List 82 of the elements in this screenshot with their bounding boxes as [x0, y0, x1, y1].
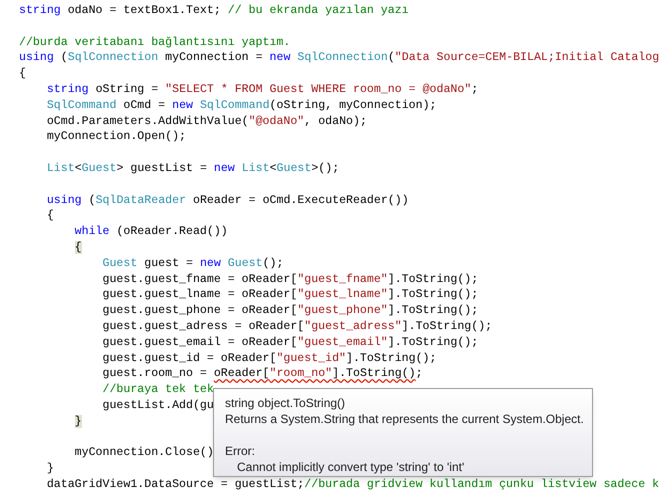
- code-text: "guest_phone": [297, 304, 388, 318]
- code-text: ;: [471, 82, 478, 96]
- code-text: guest.guest_lname = oReader[: [102, 288, 298, 302]
- code-text: "Data Source=CEM-BILAL;Initial Catalog: [394, 51, 660, 64]
- code-text: Guest: [276, 162, 312, 175]
- code-text: oString =: [96, 82, 158, 96]
- code-comment: //burda veritabanı bağlantısını yaptım.: [19, 36, 290, 49]
- code-text: ].ToString();: [388, 272, 478, 286]
- code-text: oReader[: [214, 367, 270, 380]
- code-text: ].ToString();: [388, 304, 478, 318]
- code-text: ();: [262, 256, 284, 270]
- code-text: SqlCommand: [200, 98, 270, 112]
- code-text: guest.guest_email = oReader[: [102, 336, 298, 349]
- code-text: ].ToString(): [332, 367, 416, 380]
- code-text: ].ToString();: [346, 352, 436, 365]
- code-text: >();: [311, 162, 340, 175]
- code-text: (: [88, 194, 96, 207]
- code-text: List: [46, 162, 75, 175]
- code-text: {: [19, 67, 26, 80]
- code-text: <: [74, 162, 82, 175]
- code-text: oReader = oCmd.ExecuteReader()): [193, 194, 409, 207]
- code-text: odaNo = textBox1.Text;: [68, 4, 221, 17]
- code-text: (: [60, 51, 68, 64]
- code-text: ].ToString();: [388, 288, 478, 302]
- code-text: using: [19, 51, 54, 64]
- code-text: guest.guest_phone = oReader[: [102, 304, 298, 318]
- code-text: oCmd =: [123, 98, 166, 112]
- code-text: Guest: [102, 256, 138, 270]
- tooltip-description: Returns a System.String that represents the current System.Object.: [225, 411, 584, 427]
- code-text: "guest_adress": [304, 320, 402, 333]
- code-text: SqlCommand: [46, 98, 116, 112]
- code-text: (: [388, 51, 395, 64]
- code-text: > guestList =: [116, 162, 207, 175]
- code-text: {: [46, 209, 54, 222]
- code-text: new: [172, 98, 193, 112]
- code-text: myConnection.Open();: [46, 130, 186, 144]
- code-text: (oString, myConnection);: [270, 98, 437, 112]
- code-text: "guest_email": [297, 336, 388, 349]
- code-text: "guest_lname": [297, 288, 388, 302]
- code-text: ].ToString();: [388, 336, 478, 349]
- code-text: "guest_fname": [297, 272, 388, 286]
- code-text: myConnection.Close(): [74, 446, 214, 460]
- code-text: (oReader.Read()): [116, 225, 228, 238]
- code-text: Guest: [228, 256, 263, 270]
- code-text: }: [46, 462, 54, 476]
- code-text: new: [270, 51, 290, 64]
- code-text: "guest_id": [276, 352, 346, 365]
- code-text: while: [74, 225, 110, 238]
- code-text: , odaNo);: [304, 114, 367, 128]
- code-comment: // bu ekranda yazılan yazı: [228, 4, 409, 17]
- code-text: ;: [416, 367, 423, 380]
- code-text: guest.guest_fname = oReader[: [102, 272, 298, 286]
- code-text: oCmd.Parameters.AddWithValue(: [46, 114, 249, 128]
- code-text: guest =: [144, 256, 193, 270]
- code-text: using: [46, 194, 82, 207]
- code-text: SqlConnection: [68, 51, 158, 64]
- code-text: "@odaNo": [248, 114, 304, 128]
- code-text: new: [214, 162, 235, 175]
- code-text: "SELECT * FROM Guest WHERE room_no = @odaNo": [165, 82, 472, 96]
- matched-brace: }: [74, 414, 82, 428]
- code-text: <: [270, 162, 277, 175]
- code-text: dataGridView1.DataSource = guestList;: [46, 478, 304, 491]
- code-text: guest.guest_adress = oReader[: [102, 320, 304, 333]
- code-text: myConnection =: [165, 51, 263, 64]
- code-text: Guest: [82, 162, 116, 175]
- error-label: Error:: [225, 443, 255, 459]
- code-text: guest.room_no =: [102, 367, 207, 380]
- matched-brace: {: [74, 240, 82, 254]
- code-text: SqlConnection: [297, 51, 388, 64]
- code-text: new: [200, 256, 221, 270]
- error-message: Cannot implicitly convert type 'string' to 'int': [236, 459, 464, 475]
- code-text: guest.guest_id = oReader[: [102, 352, 276, 365]
- code-text: ].ToString();: [402, 320, 492, 333]
- tooltip-signature: string object.ToString(): [225, 395, 346, 411]
- code-text: guestList.Add(gu: [102, 398, 214, 412]
- code-comment: //buraya tek tek: [102, 383, 214, 396]
- code-text: List: [242, 162, 270, 175]
- code-text: "room_no": [270, 367, 332, 380]
- code-comment: //burada gridview kullandım çunku listview sadece k: [304, 478, 660, 491]
- code-text: SqlDataReader: [96, 194, 186, 207]
- code-text: string: [46, 82, 89, 96]
- code-text: string: [19, 4, 61, 17]
